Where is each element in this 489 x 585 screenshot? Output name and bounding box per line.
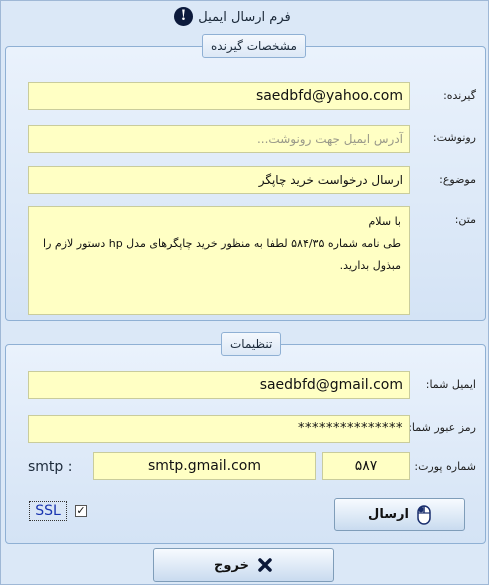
port-label: شماره پورت: [414,460,476,473]
ssl-checkbox[interactable]: ✓ [75,505,87,517]
smtp-label: smtp : [28,459,73,475]
body-textarea[interactable]: با سلام طی نامه شماره ۵۸۴/۳۵ لطفا به منظ… [28,206,410,315]
body-label: متن: [454,213,476,226]
exit-button[interactable]: خروج [153,548,334,582]
subject-field[interactable]: ارسال درخواست خرید چاپگر [28,166,410,194]
email-field[interactable]: saedbfd@gmail.com [28,371,410,399]
cc-placeholder: آدرس ایمیل جهت رونوشت... [256,132,403,146]
title-bar: فرم ارسال ایمیل [1,1,488,33]
window-title: فرم ارسال ایمیل [198,10,291,25]
port-field[interactable]: ۵۸۷ [322,452,410,480]
body-line: مبذول بدارید. [339,259,401,272]
to-field[interactable]: saedbfd@yahoo.com [28,82,410,110]
settings-group-legend: تنظیمات [221,332,282,356]
info-icon: ! [174,7,193,26]
password-label: رمز عبور شما: [408,421,476,434]
smtp-field[interactable]: smtp.gmail.com [93,452,316,480]
mouse-icon [417,504,431,525]
email-label: ایمیل شما: [425,378,476,391]
cc-field[interactable]: آدرس ایمیل جهت رونوشت... [28,125,410,153]
send-button-label: ارسال [368,507,409,522]
subject-label: موضوع: [439,173,476,186]
send-button[interactable]: ارسال [334,498,465,531]
password-field[interactable]: *************** [28,415,410,443]
body-line: طی نامه شماره ۵۸۴/۳۵ لطفا به منظور خرید … [43,237,401,250]
recipient-group-legend: مشخصات گیرنده [202,34,306,58]
body-line: با سلام [368,215,401,228]
email-form-window: فرم ارسال ایمیل ! مشخصات گیرنده گیرنده: … [0,0,489,585]
ssl-label[interactable]: SSL [29,501,67,521]
to-label: گیرنده: [443,89,476,102]
cc-label: رونوشت: [432,131,476,144]
close-icon [258,558,272,572]
exit-button-label: خروج [214,557,249,573]
